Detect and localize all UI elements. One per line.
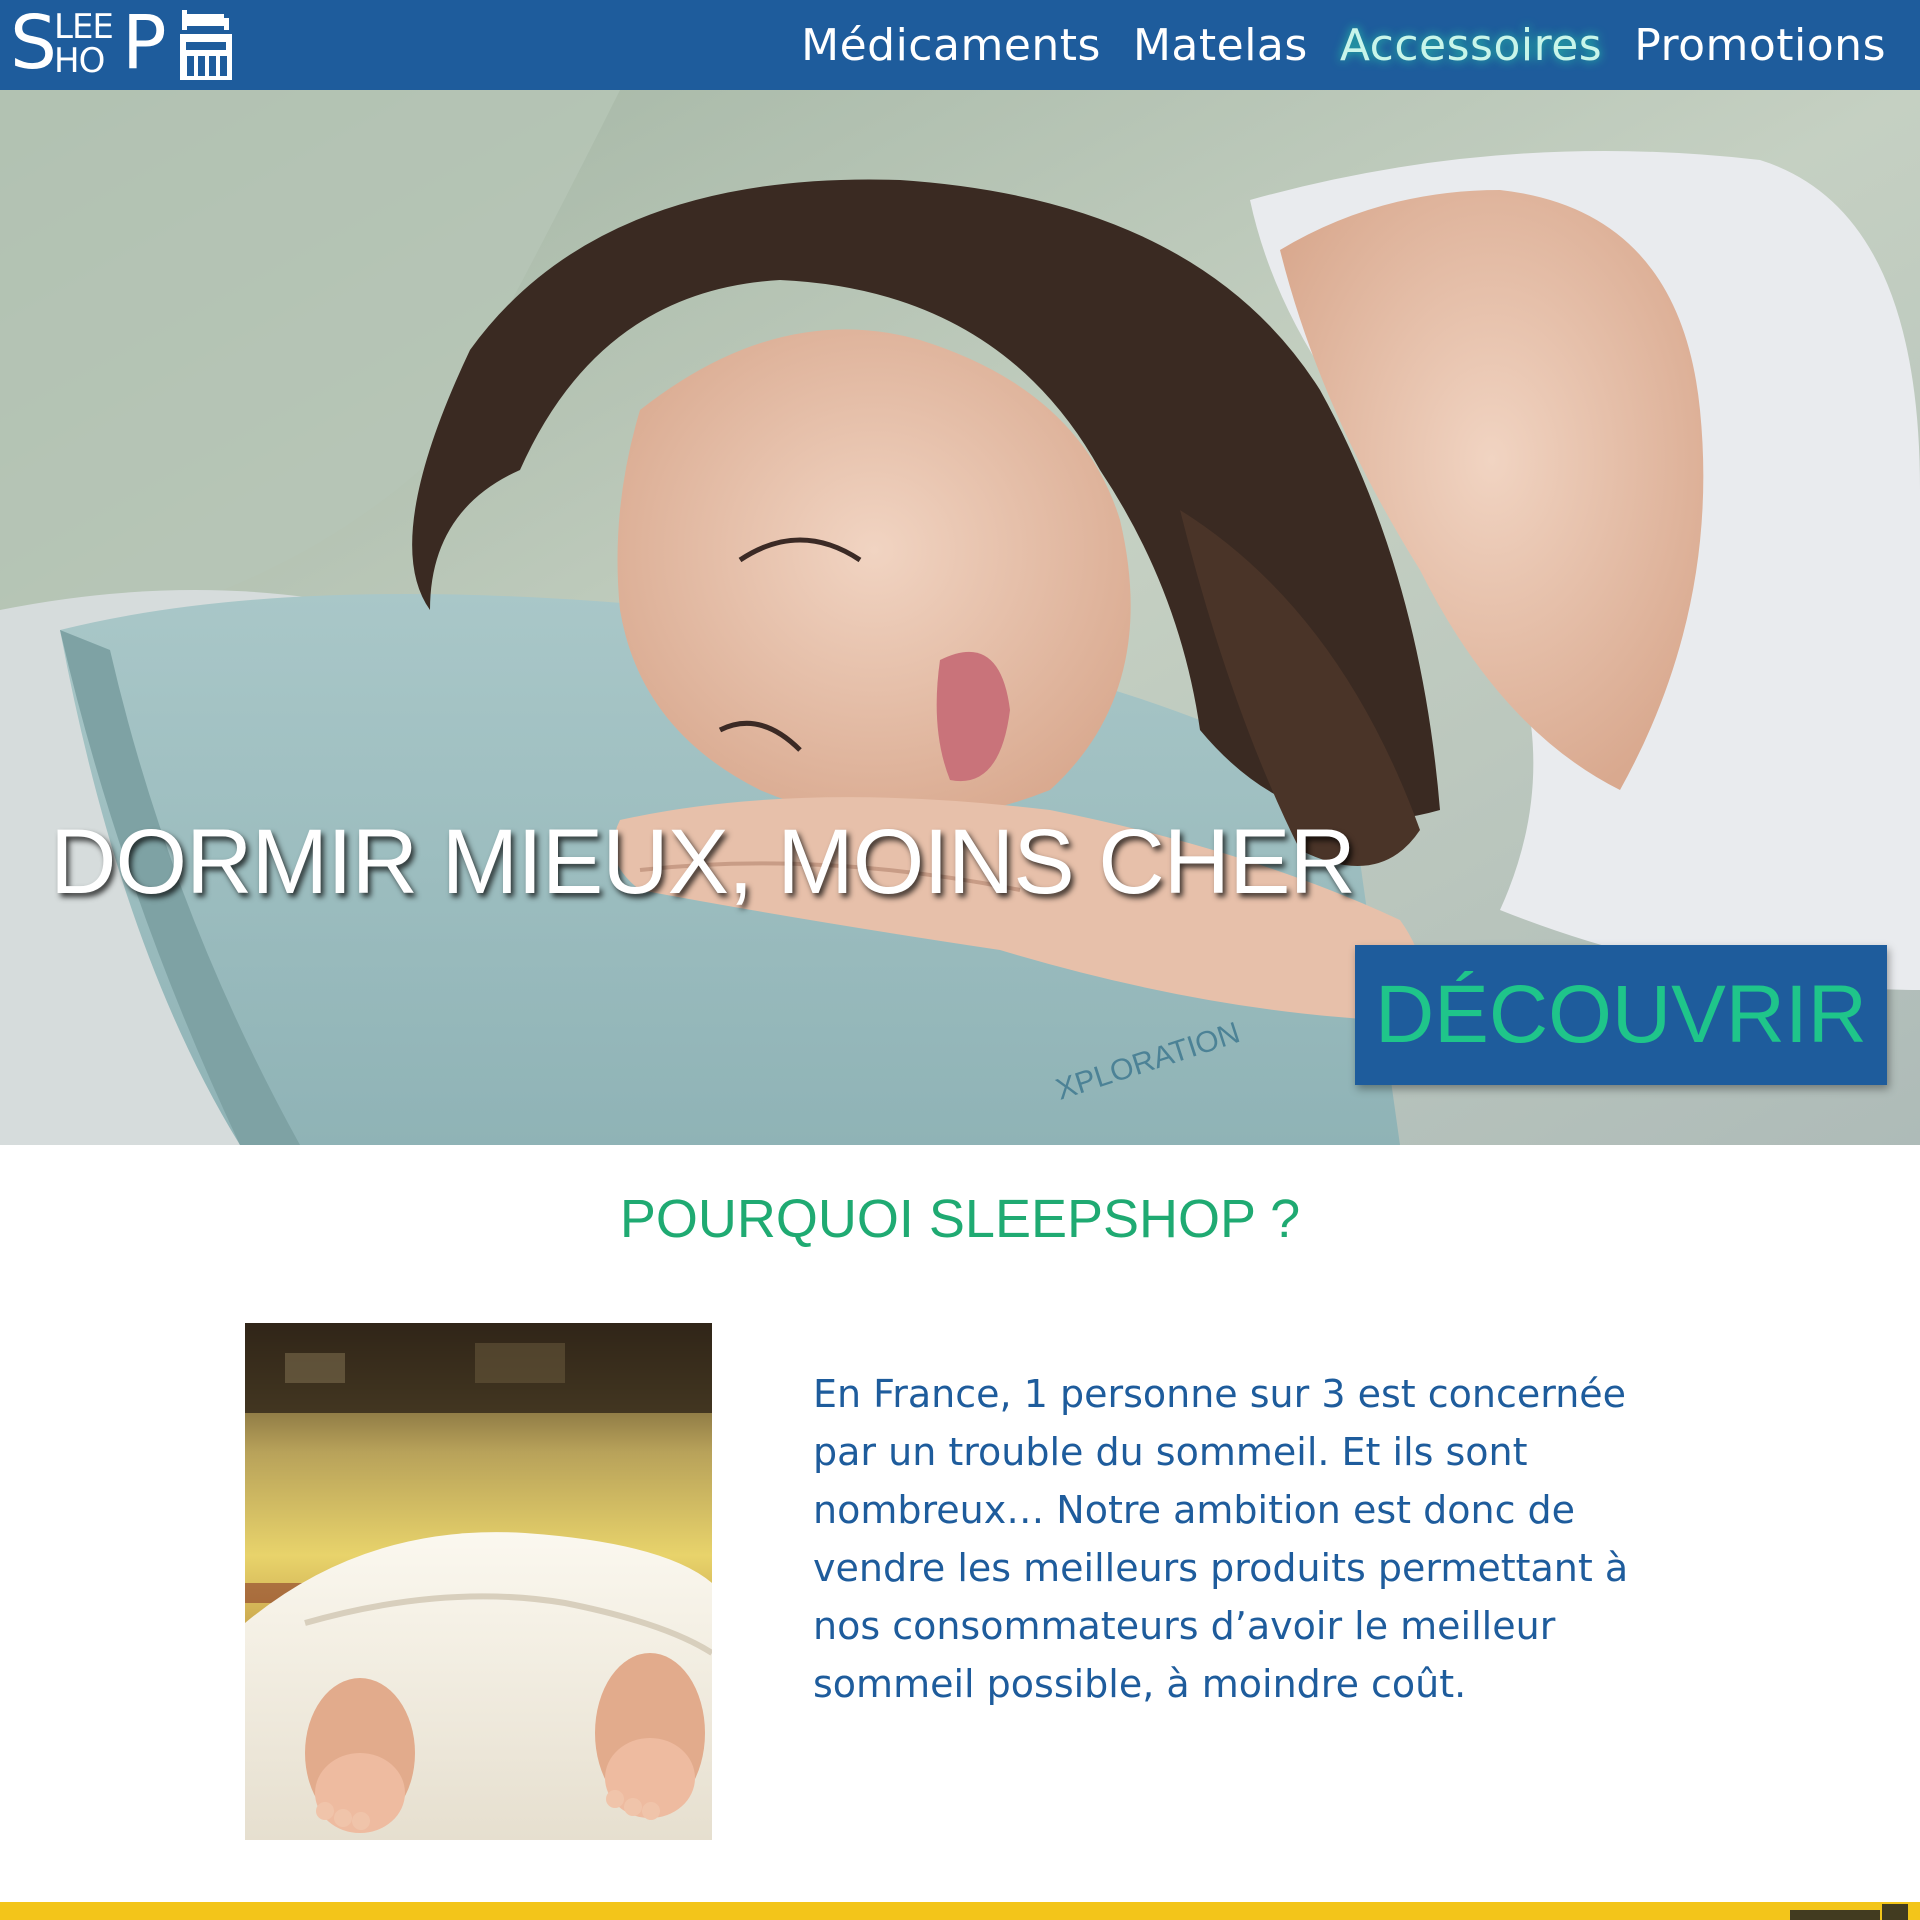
hero-banner: XPLORATION DORMIR MIEUX, MOINS CHER DÉCO… — [0, 90, 1920, 1145]
nav-item-accessoires[interactable]: Accessoires — [1340, 20, 1602, 71]
main-nav: Médicaments Matelas Accessoires Promotio… — [769, 0, 1886, 90]
hero-title: DORMIR MIEUX, MOINS CHER — [50, 811, 1356, 913]
feet-under-sheets-image — [245, 1323, 712, 1840]
photo-feet-in-bed — [245, 1323, 712, 1840]
nav-item-medicaments[interactable]: Médicaments — [801, 20, 1101, 71]
nav-item-promotions[interactable]: Promotions — [1634, 20, 1886, 71]
storefront-icon — [180, 10, 232, 80]
discover-button[interactable]: DÉCOUVRIR — [1355, 945, 1887, 1085]
footer-logo-partial — [1790, 1904, 1908, 1920]
logo-text-ho: HO — [54, 41, 105, 81]
section-title-why: POURQUOI SLEEPSHOP ? — [619, 1189, 1301, 1249]
sleepshop-logo[interactable]: S LEE HO P — [10, 0, 232, 86]
logo-letter-s: S — [10, 0, 57, 86]
logo-letter-p: P — [122, 0, 167, 86]
why-paragraph: En France, 1 personne sur 3 est concerné… — [813, 1372, 1629, 1706]
footer-strip — [0, 1902, 1920, 1920]
top-header: S LEE HO P Médicaments Matelas Accessoir… — [0, 0, 1920, 90]
logo-text-lee: LEE — [54, 7, 114, 47]
nav-item-matelas[interactable]: Matelas — [1133, 20, 1308, 71]
